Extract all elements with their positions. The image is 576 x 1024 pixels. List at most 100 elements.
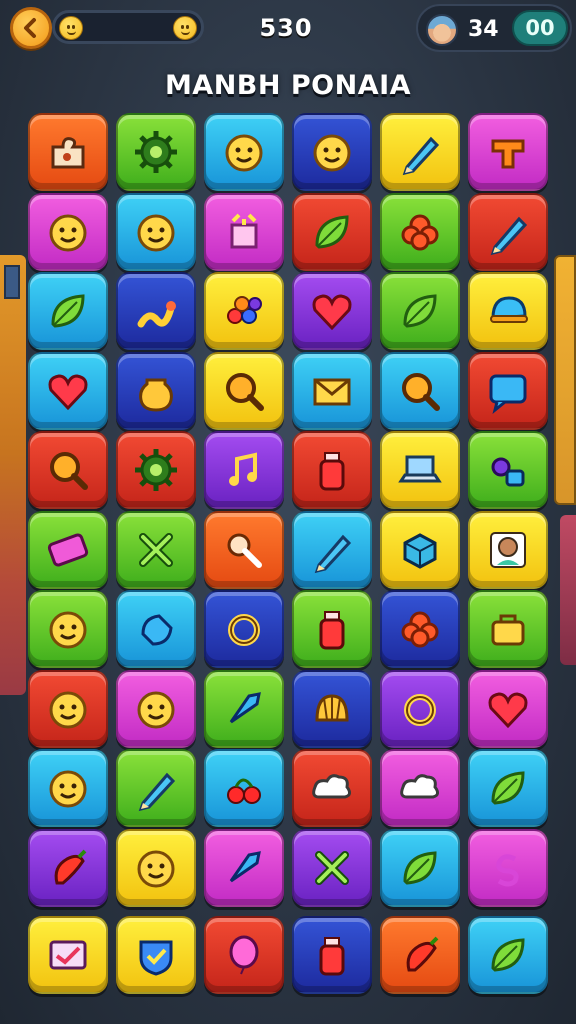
tile[interactable] xyxy=(292,272,372,350)
tile[interactable] xyxy=(28,510,108,589)
leaf-icon xyxy=(403,294,437,328)
face-icon xyxy=(137,214,175,251)
tile[interactable] xyxy=(468,590,548,668)
tile[interactable] xyxy=(28,192,108,271)
tile[interactable] xyxy=(204,351,284,430)
shield-icon xyxy=(139,940,173,976)
left-building-decoration xyxy=(0,255,26,695)
tile[interactable] xyxy=(28,916,108,994)
face-icon xyxy=(49,770,87,808)
ticket-icon xyxy=(47,532,89,567)
tile[interactable] xyxy=(468,272,548,350)
ice-icon xyxy=(141,614,173,646)
tile[interactable] xyxy=(116,113,196,191)
tile[interactable] xyxy=(292,916,372,994)
paint-icon xyxy=(491,457,525,487)
tile[interactable] xyxy=(204,272,284,350)
tile[interactable] xyxy=(468,431,548,509)
tile[interactable] xyxy=(380,590,460,668)
tile[interactable] xyxy=(28,669,108,748)
cloud-icon xyxy=(400,774,440,799)
tile[interactable] xyxy=(292,590,372,668)
ring-icon xyxy=(228,614,260,646)
tile[interactable] xyxy=(28,113,108,191)
tile[interactable] xyxy=(292,431,372,509)
timer-pill[interactable]: 00 xyxy=(512,10,568,46)
currency-panel: 34 00 xyxy=(416,4,572,52)
tile[interactable] xyxy=(468,916,548,994)
tile[interactable] xyxy=(292,510,372,589)
tile[interactable] xyxy=(116,192,196,271)
tile[interactable] xyxy=(380,916,460,994)
tile[interactable] xyxy=(116,431,196,509)
tile[interactable] xyxy=(292,749,372,827)
tile[interactable] xyxy=(204,916,284,994)
magnifier-icon xyxy=(50,452,88,490)
tile[interactable] xyxy=(204,510,284,589)
leaf-icon xyxy=(51,294,85,328)
score-display: 530 xyxy=(259,14,313,42)
heart-icon xyxy=(48,373,88,410)
magnifier-icon xyxy=(226,372,264,411)
tile[interactable] xyxy=(116,351,196,430)
face-icon xyxy=(137,691,175,728)
tile[interactable] xyxy=(380,192,460,271)
tile[interactable] xyxy=(116,669,196,748)
bag-icon xyxy=(491,614,525,646)
tile[interactable] xyxy=(116,749,196,827)
tile[interactable] xyxy=(116,828,196,907)
face-icon xyxy=(49,691,87,728)
tile[interactable] xyxy=(292,351,372,430)
tile[interactable] xyxy=(468,113,548,191)
tile[interactable] xyxy=(380,828,460,907)
tile[interactable] xyxy=(292,192,372,271)
tile[interactable] xyxy=(204,431,284,509)
tile[interactable] xyxy=(380,272,460,350)
tile[interactable] xyxy=(468,510,548,589)
tile[interactable] xyxy=(204,669,284,748)
tile[interactable] xyxy=(292,828,372,907)
right-panel-decoration xyxy=(554,255,576,505)
level-progress-bar xyxy=(52,10,204,44)
tile[interactable] xyxy=(116,916,196,994)
tile[interactable] xyxy=(468,749,548,827)
tile[interactable] xyxy=(116,272,196,350)
rocket-icon xyxy=(229,850,261,882)
tile[interactable] xyxy=(204,113,284,191)
tile[interactable] xyxy=(468,351,548,430)
tile[interactable] xyxy=(380,669,460,748)
avatar-icon[interactable] xyxy=(426,14,458,46)
heart-icon xyxy=(488,691,528,728)
tile[interactable] xyxy=(28,828,108,907)
magnifier-icon xyxy=(402,372,440,411)
tile[interactable] xyxy=(28,431,108,509)
tile[interactable] xyxy=(28,272,108,350)
tile[interactable] xyxy=(468,828,548,907)
tile[interactable] xyxy=(28,351,108,430)
balloon-icon xyxy=(229,935,259,975)
bottle-icon xyxy=(319,611,345,650)
tile[interactable] xyxy=(28,749,108,827)
tile[interactable] xyxy=(380,113,460,191)
chat-icon xyxy=(489,374,527,414)
tile[interactable] xyxy=(292,669,372,748)
tile[interactable] xyxy=(468,669,548,748)
tile[interactable] xyxy=(380,431,460,509)
tile[interactable] xyxy=(28,590,108,668)
tile[interactable] xyxy=(468,192,548,271)
tile[interactable] xyxy=(380,510,460,589)
tile[interactable] xyxy=(204,192,284,271)
tile[interactable] xyxy=(380,749,460,827)
cloud-icon xyxy=(312,774,352,799)
tile[interactable] xyxy=(380,351,460,430)
pencil-icon xyxy=(490,216,528,255)
back-button[interactable] xyxy=(10,7,52,49)
swirl-icon xyxy=(496,853,519,886)
tile[interactable] xyxy=(292,113,372,191)
tile[interactable] xyxy=(116,590,196,668)
tile[interactable] xyxy=(204,828,284,907)
tile[interactable] xyxy=(116,510,196,589)
top-hud: 530 34 00 xyxy=(0,0,576,60)
tile[interactable] xyxy=(204,590,284,668)
tile[interactable] xyxy=(204,749,284,827)
